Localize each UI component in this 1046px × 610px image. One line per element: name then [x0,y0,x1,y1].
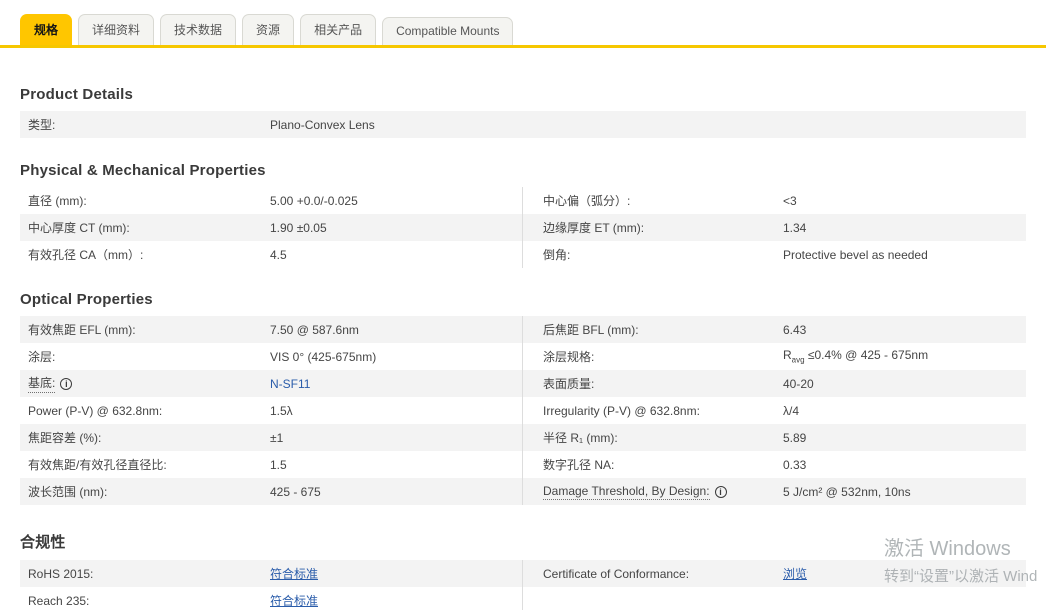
spec-label: 表面质量: [543,377,595,391]
spec-label: 边缘厚度 ET (mm): [543,221,645,235]
spec-value: 1.90 ±0.05 [270,220,327,235]
spec-value: Protective bevel as needed [783,247,928,262]
info-icon[interactable] [714,485,727,498]
section-title-product-details: Product Details [20,86,134,103]
table-row: 涂层: VIS 0° (425-675nm) 涂层规格: Ravg ≤0.4% … [20,343,1026,370]
spec-label: Damage Threshold, By Design: [543,484,783,500]
spec-value: 6.43 [783,322,807,337]
table-row: 直径 (mm): 5.00 +0.0/-0.025 中心偏（弧分）: <3 [20,187,1026,214]
section-title-optical: Optical Properties [20,291,153,308]
table-row: Power (P-V) @ 632.8nm: 1.5λ Irregularity… [20,397,1026,424]
table-row: RoHS 2015: 符合标准 Certificate of Conforman… [20,560,1026,587]
spec-label: Certificate of Conformance: [543,566,690,581]
table-row: 有效孔径 CA（mm）: 4.5 倒角: Protective bevel as… [20,241,1026,268]
spec-value: 5.00 +0.0/-0.025 [270,193,358,208]
spec-label: Reach 235: [28,593,90,608]
spec-label: 中心偏（弧分）: [543,194,631,208]
compliance-table: RoHS 2015: 符合标准 Certificate of Conforman… [20,560,1026,610]
tab-details[interactable]: 详细资料 [78,14,155,45]
tab-bar: 规格 详细资料 技术数据 资源 相关产品 Compatible Mounts [0,0,1046,48]
substrate-label-tooltip[interactable]: 基底: [28,374,56,393]
spec-value: 40-20 [783,376,814,391]
spec-value: VIS 0° (425-675nm) [270,349,377,364]
reach-compliant-link[interactable]: 符合标准 [270,592,318,609]
tab-related-products[interactable]: 相关产品 [300,14,377,45]
spec-label: 焦距容差 (%): [28,431,102,445]
table-row: Reach 235: 符合标准 [20,587,1026,610]
product-spec-page: 规格 详细资料 技术数据 资源 相关产品 Compatible Mounts P… [0,0,1046,610]
tab-compatible-mounts[interactable]: Compatible Mounts [382,17,514,45]
spec-label: 有效孔径 CA（mm）: [28,248,144,262]
spec-value: Plano-Convex Lens [270,117,375,132]
table-row: 有效焦距/有效孔径直径比: 1.5 数字孔径 NA: 0.33 [20,451,1026,478]
spec-label: 有效焦距 EFL (mm): [28,323,136,337]
spec-value: 1.5λ [270,403,293,418]
spec-label: 波长范围 (nm): [28,485,108,499]
spec-value: 5.89 [783,430,807,445]
rohs-compliant-link[interactable]: 符合标准 [270,565,318,582]
spec-label: 倒角: [543,248,571,262]
spec-value: 1.34 [783,220,807,235]
spec-label: 类型: [28,118,56,132]
product-details-table: 类型: Plano-Convex Lens [20,111,1026,138]
spec-label: 涂层规格: [543,350,595,364]
spec-value-coating-spec: Ravg ≤0.4% @ 425 - 675nm [783,348,929,365]
spec-label: 直径 (mm): [28,194,87,208]
spec-content: Product Details 类型: Plano-Convex Lens Ph… [0,86,1046,610]
tab-specs[interactable]: 规格 [20,14,73,45]
optical-properties-table: 有效焦距 EFL (mm): 7.50 @ 587.6nm 后焦距 BFL (m… [20,316,1026,505]
spec-value: 0.33 [783,457,807,472]
spec-value: 5 J/cm² @ 532nm, 10ns [783,484,911,499]
section-title-compliance: 合规性 [20,534,66,551]
table-row: 波长范围 (nm): 425 - 675 Damage Threshold, B… [20,478,1026,505]
tab-resources[interactable]: 资源 [242,14,295,45]
tab-technical-data[interactable]: 技术数据 [160,14,237,45]
spec-label: 后焦距 BFL (mm): [543,323,639,337]
spec-value: 1.5 [270,457,287,472]
spec-value: ±1 [270,430,284,445]
spec-value: 7.50 @ 587.6nm [270,322,359,337]
substrate-link[interactable]: N-SF11 [270,377,310,391]
section-title-physical: Physical & Mechanical Properties [20,162,266,179]
spec-value: λ/4 [783,403,800,418]
info-icon[interactable] [60,377,73,390]
spec-label: 中心厚度 CT (mm): [28,221,130,235]
certificate-view-link[interactable]: 浏览 [783,565,807,582]
spec-label: Power (P-V) @ 632.8nm: [28,403,163,418]
spec-label: 有效焦距/有效孔径直径比: [28,458,167,472]
spec-label: 基底: [20,374,270,393]
table-row: 类型: Plano-Convex Lens [20,111,1026,138]
table-row: 焦距容差 (%): ±1 半径 R₁ (mm): 5.89 [20,424,1026,451]
spec-label: 数字孔径 NA: [543,458,615,472]
spec-value: <3 [783,193,797,208]
spec-value: 4.5 [270,247,287,262]
damage-threshold-label-tooltip[interactable]: Damage Threshold, By Design: [543,484,710,500]
table-row: 基底: N-SF11 表面质量: 40-20 [20,370,1026,397]
subscript: avg [791,355,805,365]
spec-label: 涂层: [28,350,56,364]
spec-label: 半径 R₁ (mm): [543,431,618,445]
table-row: 中心厚度 CT (mm): 1.90 ±0.05 边缘厚度 ET (mm): 1… [20,214,1026,241]
table-row: 有效焦距 EFL (mm): 7.50 @ 587.6nm 后焦距 BFL (m… [20,316,1026,343]
physical-properties-table: 直径 (mm): 5.00 +0.0/-0.025 中心偏（弧分）: <3 中心… [20,187,1026,268]
spec-label: Irregularity (P-V) @ 632.8nm: [543,403,700,418]
spec-label: RoHS 2015: [28,566,94,581]
spec-value: 425 - 675 [270,484,321,499]
